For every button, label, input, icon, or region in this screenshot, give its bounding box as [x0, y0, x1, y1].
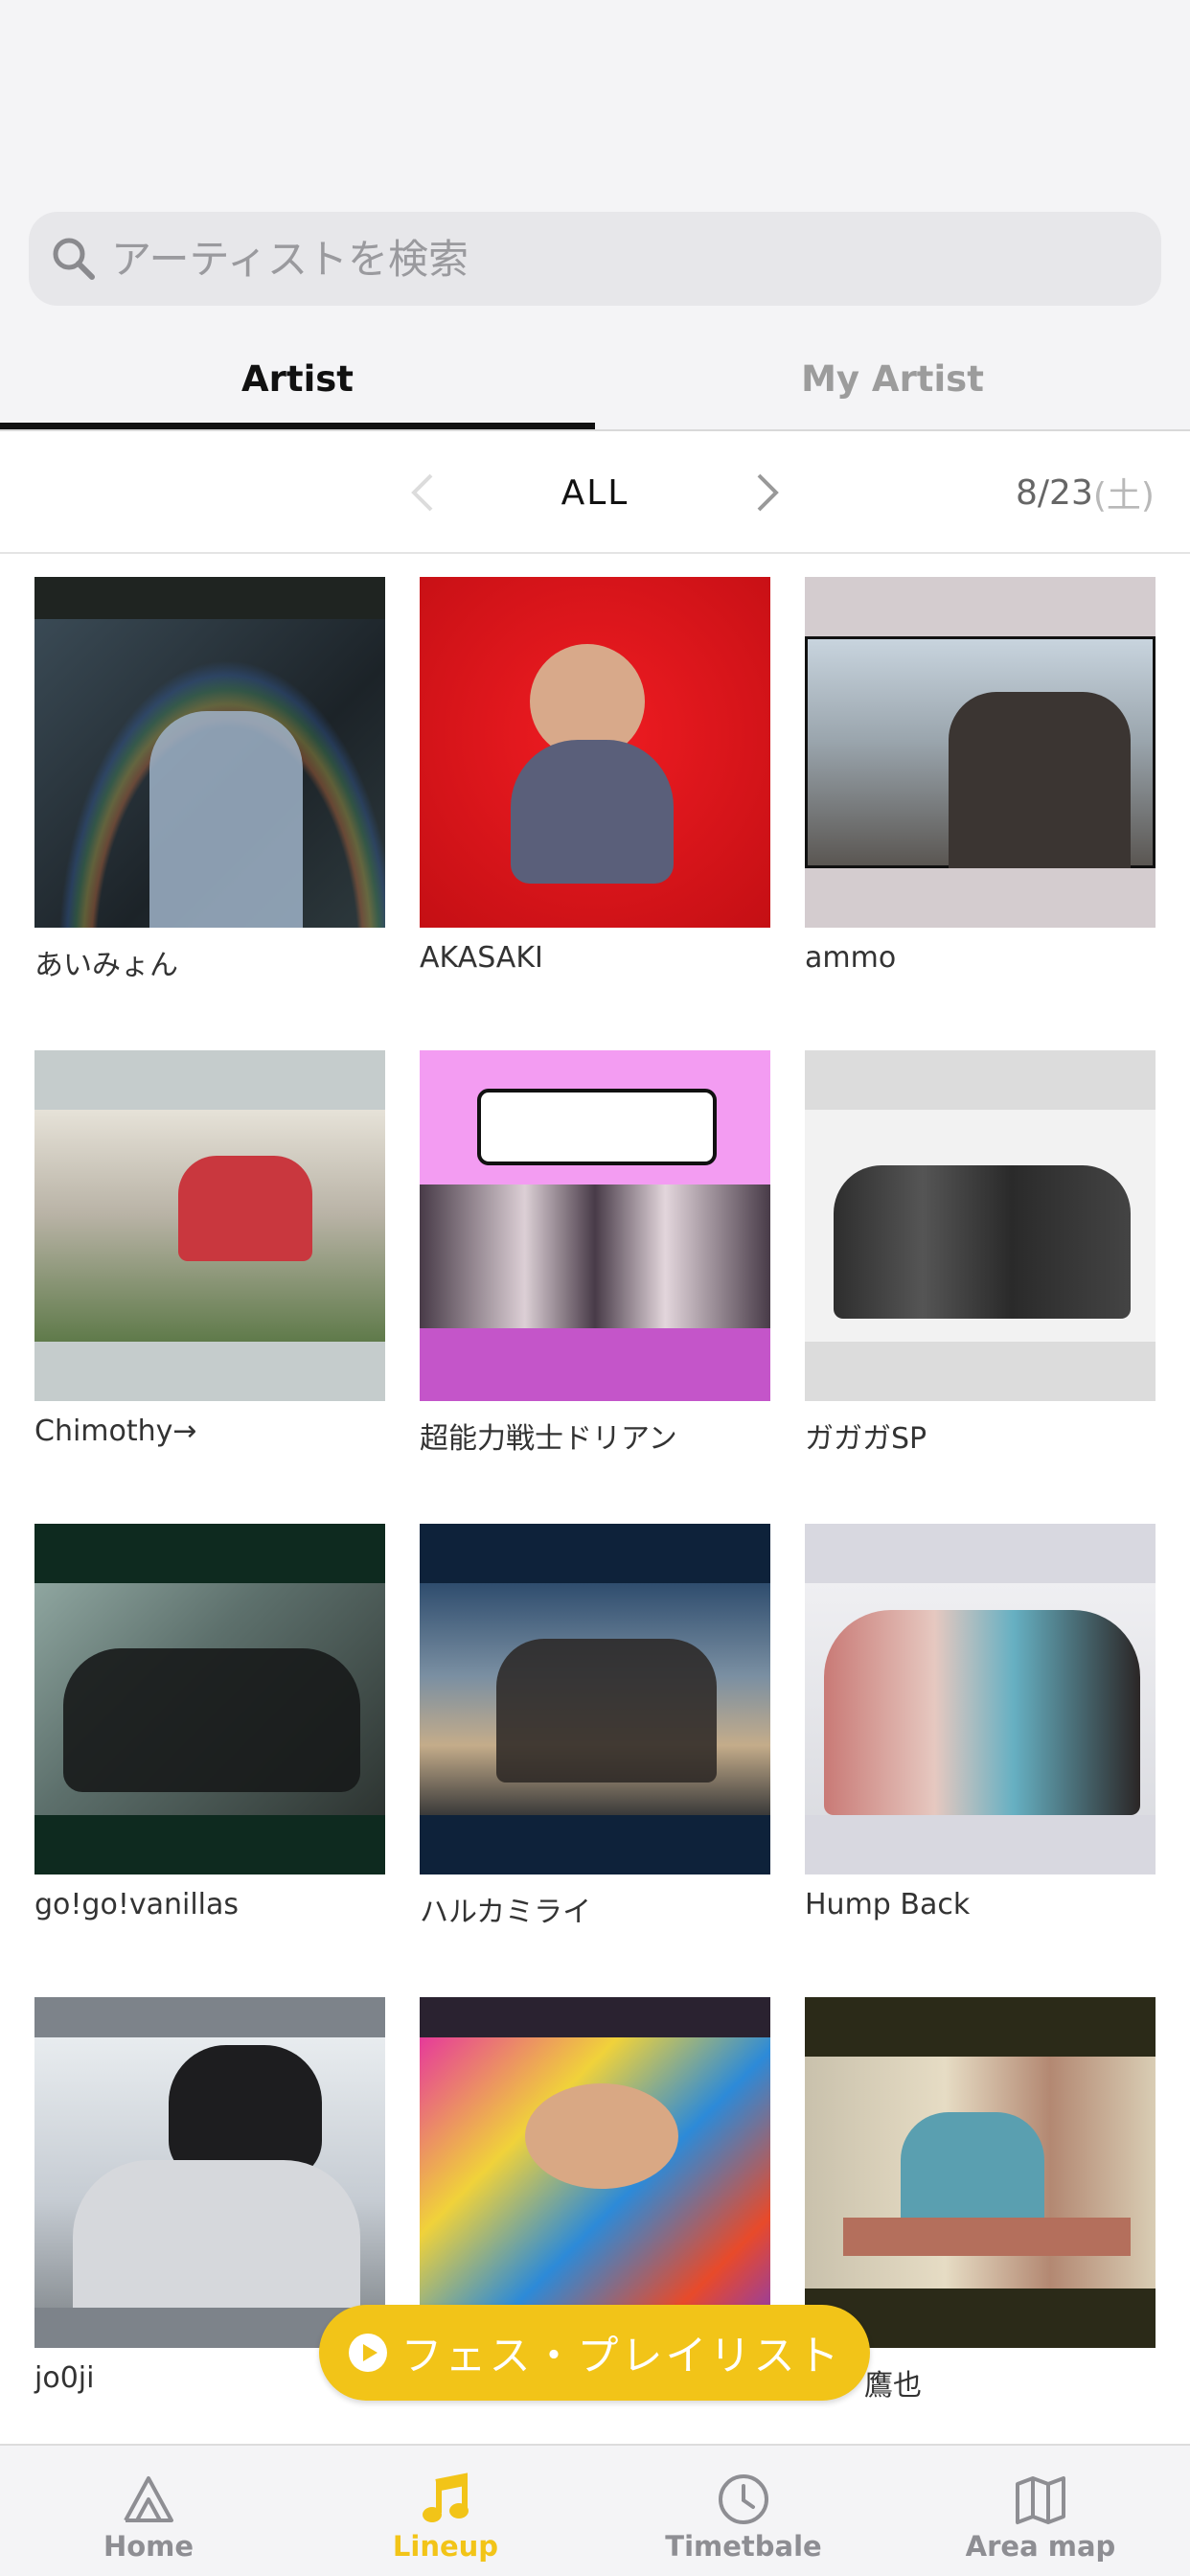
search-input[interactable]: [111, 235, 1127, 283]
tabbar-item-area-map[interactable]: Area map: [892, 2446, 1189, 2576]
artist-card[interactable]: 超能力戦士ドリアン: [420, 1050, 770, 1457]
artist-name: Hump Back: [805, 1888, 971, 1921]
search-bar[interactable]: [29, 212, 1161, 306]
artist-card[interactable]: ハルカミライ: [420, 1524, 770, 1930]
artist-grid: あいみょん AKASAKI ammo Chimothy→ 超能力戦士ドリアン ガ…: [0, 554, 1190, 2444]
artist-photo: [34, 1524, 385, 1874]
artist-name: AKASAKI: [420, 941, 543, 975]
tabbar-item-lineup[interactable]: Lineup: [297, 2446, 594, 2576]
date-text: 8/23: [1016, 472, 1093, 513]
tab-artist[interactable]: Artist: [0, 326, 595, 431]
artist-photo: [805, 1524, 1156, 1874]
artist-name: あいみょん: [34, 949, 178, 982]
tabbar-item-timetable[interactable]: Timetbale: [595, 2446, 892, 2576]
artist-name: ammo: [805, 941, 897, 975]
bottom-tab-bar: Home Lineup Timetbale Area map: [0, 2444, 1190, 2576]
map-icon: [1016, 2476, 1065, 2524]
day-filter: ALL 8/23 (土): [0, 431, 1190, 554]
play-icon: [348, 2334, 387, 2372]
playlist-button[interactable]: フェス・プレイリスト: [319, 2305, 870, 2401]
music-note-icon: [423, 2472, 469, 2522]
artist-name: ガガガSP: [805, 1422, 927, 1456]
tabbar-label: Home: [103, 2530, 195, 2563]
tabbar-label: Lineup: [392, 2530, 499, 2563]
artist-card[interactable]: go!go!vanillas: [34, 1524, 385, 1921]
artist-card[interactable]: あいみょん: [34, 577, 385, 983]
artist-card[interactable]: ガガガSP: [805, 1050, 1156, 1457]
artist-name: ハルカミライ: [420, 1896, 592, 1929]
date-tab[interactable]: 8/23 (土): [1016, 431, 1155, 554]
tabbar-label: Area map: [965, 2530, 1116, 2563]
playlist-label: フェス・プレイリスト: [400, 2333, 842, 2380]
filter-label: ALL: [561, 472, 629, 513]
home-icon: [124, 2476, 173, 2522]
artist-photo: [420, 1997, 770, 2348]
artist-photo: [34, 1050, 385, 1401]
next-button[interactable]: [729, 431, 806, 554]
artist-photo: [805, 577, 1156, 928]
artist-photo: [420, 1524, 770, 1874]
tab-my-artist[interactable]: My Artist: [595, 326, 1190, 431]
artist-photo: [420, 577, 770, 928]
artist-photo: [805, 1050, 1156, 1401]
artist-photo: [34, 577, 385, 928]
prev-button[interactable]: [384, 431, 461, 554]
weekday-text: (土): [1092, 476, 1155, 516]
clock-icon: [719, 2474, 768, 2524]
artist-card[interactable]: Hump Back: [805, 1524, 1156, 1921]
tab-bar: Artist My Artist: [0, 326, 1190, 431]
tabbar-item-home[interactable]: Home: [0, 2446, 297, 2576]
artist-name: go!go!vanillas: [34, 1888, 240, 1921]
chevron-right-icon: [757, 473, 779, 512]
artist-photo: [34, 1997, 385, 2348]
chevron-left-icon: [411, 473, 433, 512]
artist-name: Chimothy→: [34, 1414, 197, 1448]
tabbar-label: Timetbale: [665, 2530, 822, 2563]
artist-card[interactable]: ammo: [805, 577, 1156, 975]
artist-name: 超能力戦士ドリアン: [420, 1422, 677, 1456]
search-icon: [53, 238, 95, 280]
artist-photo: [420, 1050, 770, 1401]
artist-card[interactable]: Chimothy→: [34, 1050, 385, 1448]
active-tab-indicator: [0, 423, 595, 429]
artist-card[interactable]: AKASAKI: [420, 577, 770, 975]
artist-photo: [805, 1997, 1156, 2348]
